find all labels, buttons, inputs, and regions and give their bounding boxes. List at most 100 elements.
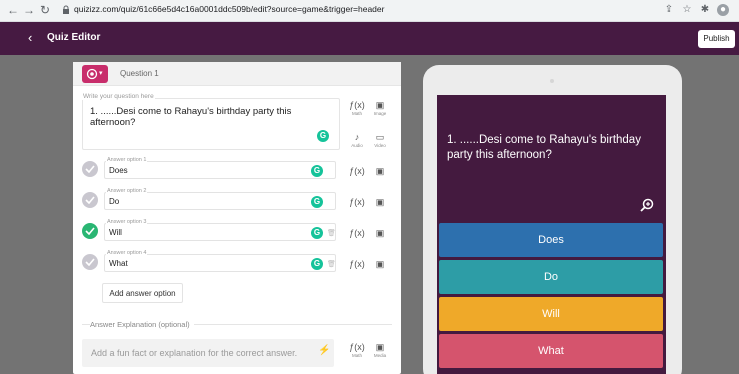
math-tool[interactable]: ƒ(x): [346, 259, 368, 270]
math-icon: ƒ(x): [349, 342, 365, 352]
answer-caption: Answer option 3: [106, 219, 148, 225]
preview-option-1[interactable]: Does: [439, 223, 663, 257]
answer-option-1: Answer option 1 Does G ƒ(x) ▣: [82, 157, 400, 185]
add-answer-button[interactable]: Add answer option: [102, 283, 183, 303]
math-tool[interactable]: ƒ(x) Math: [346, 342, 368, 359]
explanation-placeholder: Add a fun fact or explanation for the co…: [91, 348, 298, 358]
image-tool[interactable]: ▣: [369, 166, 391, 177]
answer-caption: Answer option 2: [106, 188, 148, 194]
grammarly-icon[interactable]: G: [311, 227, 323, 239]
browser-toolbar: ← → ↻ quizizz.com/quiz/61c66e5d4c16a0001…: [0, 0, 739, 22]
preview-option-2[interactable]: Do: [439, 260, 663, 294]
image-icon: ▣: [375, 259, 385, 269]
publish-button[interactable]: Publish: [698, 30, 735, 48]
device-camera: [550, 79, 554, 83]
extensions-icon[interactable]: ✱: [699, 4, 711, 16]
answer-text[interactable]: Do: [109, 197, 119, 206]
mark-correct-toggle[interactable]: [82, 223, 98, 239]
math-icon: ƒ(x): [349, 100, 365, 110]
math-tool[interactable]: ƒ(x): [346, 228, 368, 239]
math-icon: ƒ(x): [349, 197, 365, 207]
video-label: Video: [374, 143, 386, 148]
math-tool[interactable]: ƒ(x): [346, 197, 368, 208]
preview-option-4[interactable]: What: [439, 334, 663, 368]
image-label: Image: [373, 111, 387, 116]
mark-correct-toggle[interactable]: [82, 254, 98, 270]
forward-arrow-icon[interactable]: →: [22, 3, 36, 17]
image-icon: ▣: [375, 197, 385, 207]
math-label: Math: [351, 111, 362, 116]
answer-field[interactable]: [104, 192, 336, 210]
image-icon: ▣: [375, 100, 385, 110]
trash-icon[interactable]: 🗑: [327, 229, 336, 237]
checkmark-icon: [85, 227, 95, 235]
explanation-label: Answer Explanation (optional): [90, 320, 194, 329]
zoom-icon[interactable]: [640, 198, 654, 212]
audio-tool[interactable]: ♪ Audio: [346, 132, 368, 149]
math-tool[interactable]: ƒ(x): [346, 166, 368, 177]
image-tool[interactable]: ▣: [369, 259, 391, 270]
question-type-button[interactable]: ▾: [82, 65, 108, 83]
image-tool[interactable]: ▣ Image: [369, 100, 391, 117]
answer-field[interactable]: [104, 254, 336, 272]
answer-caption: Answer option 1: [106, 157, 148, 163]
grammarly-icon[interactable]: G: [311, 196, 323, 208]
reload-icon[interactable]: ↻: [38, 3, 52, 17]
answer-caption: Answer option 4: [106, 250, 148, 256]
media-tool[interactable]: ▣ Media: [369, 342, 391, 359]
math-icon: ƒ(x): [349, 228, 365, 238]
url-text: quizizz.com/quiz/61c66e5d4c16a0001ddc509…: [74, 4, 385, 14]
image-icon: ▣: [375, 166, 385, 176]
back-arrow-icon[interactable]: ←: [6, 3, 20, 17]
profile-icon[interactable]: ●: [717, 4, 729, 16]
chevron-left-icon[interactable]: ‹: [28, 30, 32, 45]
checkmark-icon: [85, 258, 95, 266]
mark-correct-toggle[interactable]: [82, 192, 98, 208]
page-title: Quiz Editor: [47, 32, 101, 43]
math-tool[interactable]: ƒ(x) Math: [346, 100, 368, 117]
explanation-input[interactable]: Add a fun fact or explanation for the co…: [82, 339, 334, 367]
preview-option-3[interactable]: Will: [439, 297, 663, 331]
checkmark-icon: [85, 165, 95, 173]
answer-text[interactable]: What: [109, 259, 128, 268]
chevron-down-icon: ▾: [99, 70, 103, 77]
answer-option-4: Answer option 4 What G 🗑 ƒ(x) ▣: [82, 250, 400, 278]
question-text[interactable]: 1. ......Desi come to Rahayu's birthday …: [90, 106, 300, 128]
answer-option-3: Answer option 3 Will G 🗑 ƒ(x) ▣: [82, 219, 400, 247]
answer-field[interactable]: [104, 223, 336, 241]
image-tool[interactable]: ▣: [369, 228, 391, 239]
mark-correct-toggle[interactable]: [82, 161, 98, 177]
video-icon: ▭: [375, 132, 385, 142]
bolt-icon[interactable]: ⚡: [318, 345, 330, 356]
audio-label: Audio: [351, 143, 363, 148]
editor-toolbar: ▾ Question 1: [73, 62, 401, 86]
audio-icon: ♪: [354, 132, 360, 142]
question-caption: Write your question here: [82, 93, 155, 100]
grammarly-icon[interactable]: G: [311, 165, 323, 177]
preview-screen: 1. ......Desi come to Rahayu's birthday …: [437, 95, 666, 374]
share-icon[interactable]: ⇪: [663, 4, 675, 16]
video-tool[interactable]: ▭ Video: [369, 132, 391, 149]
lock-icon: [63, 5, 69, 14]
star-icon[interactable]: ☆: [681, 4, 693, 16]
math-label: Math: [351, 353, 362, 358]
trash-icon[interactable]: 🗑: [327, 260, 336, 268]
preview-device: 1. ......Desi come to Rahayu's birthday …: [423, 65, 682, 374]
media-label: Media: [373, 353, 387, 358]
address-bar[interactable]: quizizz.com/quiz/61c66e5d4c16a0001ddc509…: [60, 3, 710, 18]
question-number-label: Question 1: [120, 69, 159, 78]
math-icon: ƒ(x): [349, 166, 365, 176]
question-type-icon: [86, 68, 98, 80]
math-icon: ƒ(x): [349, 259, 365, 269]
media-icon: ▣: [375, 342, 385, 352]
image-tool[interactable]: ▣: [369, 197, 391, 208]
grammarly-icon[interactable]: G: [311, 258, 323, 270]
app-header: ‹ Quiz Editor Publish: [0, 22, 739, 55]
image-icon: ▣: [375, 228, 385, 238]
answer-text[interactable]: Does: [109, 166, 128, 175]
answer-text[interactable]: Will: [109, 228, 122, 237]
answer-option-2: Answer option 2 Do G ƒ(x) ▣: [82, 188, 400, 216]
answer-field[interactable]: [104, 161, 336, 179]
question-editor: ▾ Question 1 Write your question here 1.…: [73, 62, 401, 374]
grammarly-icon[interactable]: G: [317, 130, 329, 142]
